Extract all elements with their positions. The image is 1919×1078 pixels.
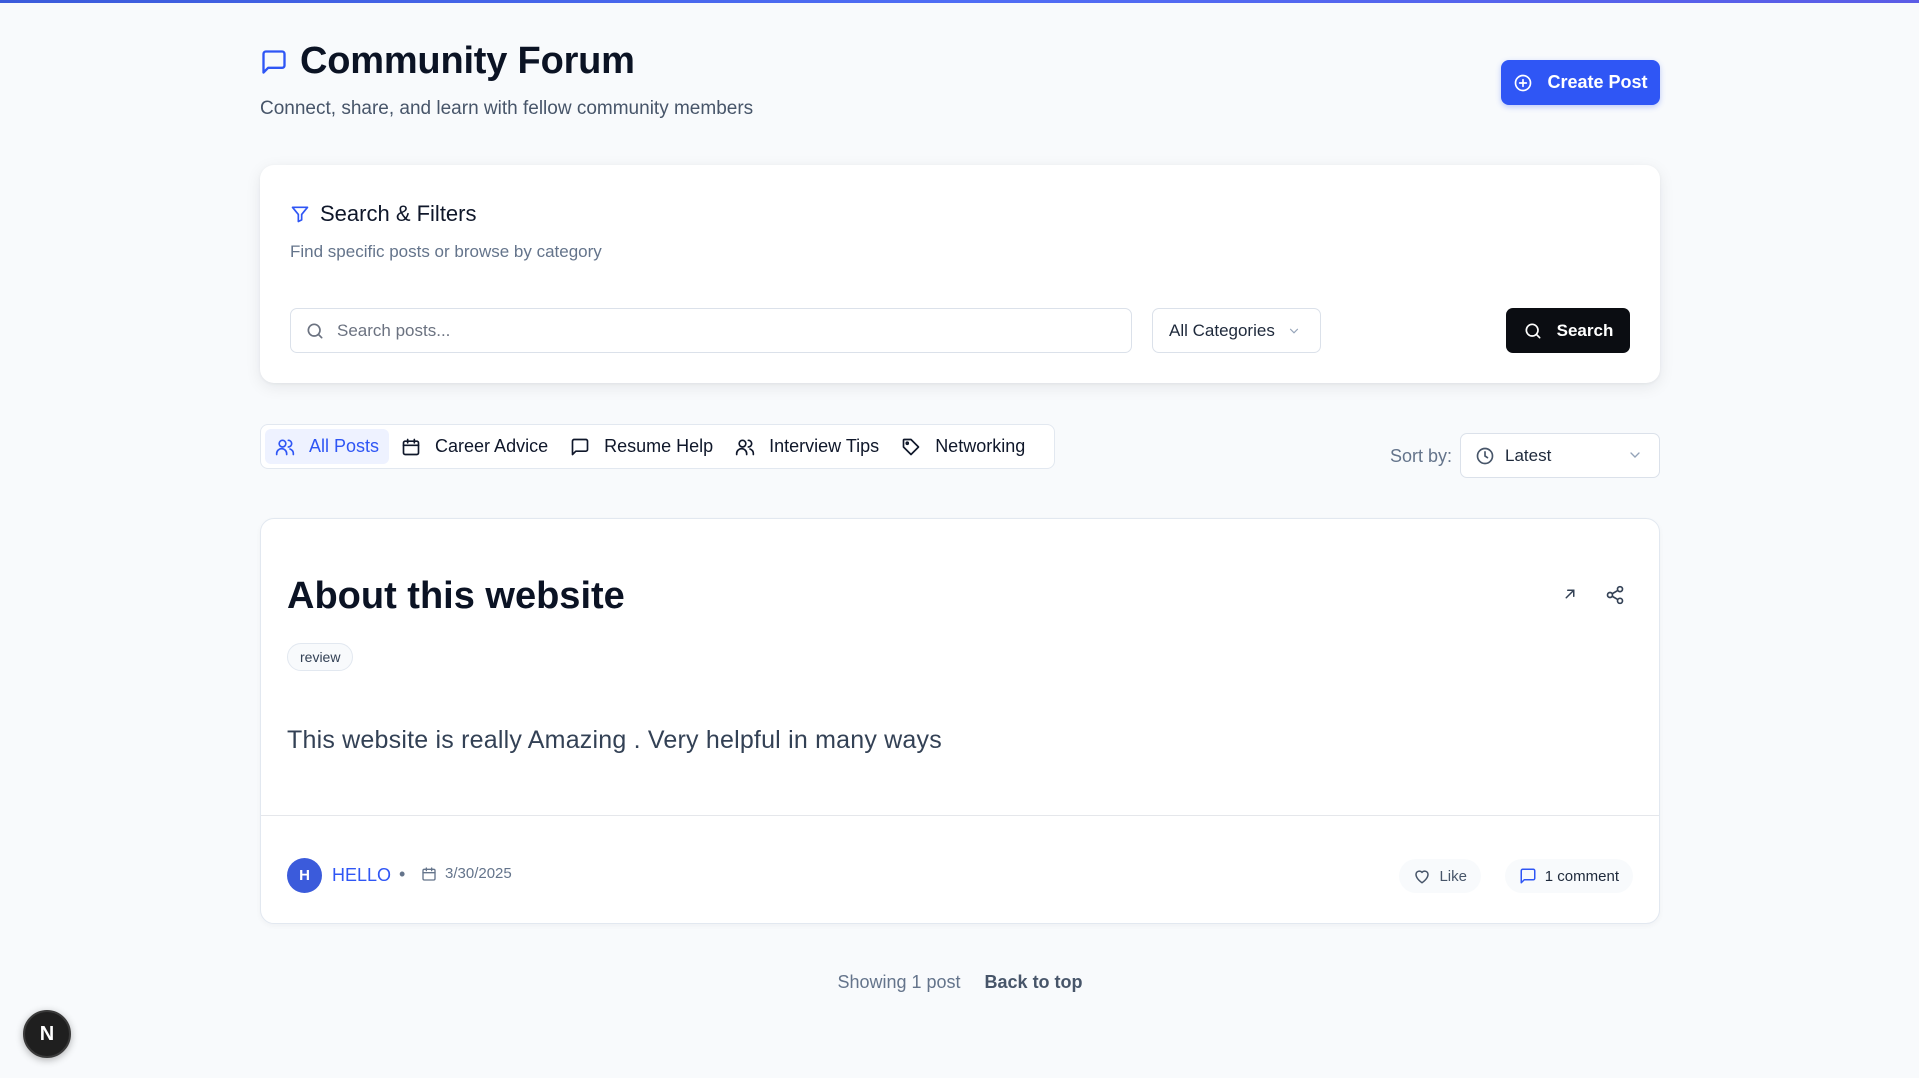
tab-label: Career Advice [435, 436, 549, 456]
avatar: H [287, 858, 322, 893]
tab-all-posts[interactable]: All Posts [265, 429, 390, 464]
sort-selected-value: Latest [1505, 445, 1552, 465]
post-title[interactable]: About this website [287, 575, 625, 618]
post-count: Showing 1 post [837, 972, 961, 992]
main-container: Community Forum Connect, share, and lear… [260, 0, 1660, 992]
tab-label: Networking [935, 436, 1026, 456]
post-date-text: 3/30/2025 [445, 865, 512, 882]
comments-button[interactable]: 1 comment [1504, 859, 1633, 893]
comments-label: 1 comment [1544, 867, 1619, 885]
tab-resume-help[interactable]: Resume Help [560, 429, 723, 464]
heart-icon [1415, 870, 1430, 884]
post-date: 3/30/2025 [421, 865, 512, 882]
search-icon [307, 323, 323, 338]
tab-career-advice[interactable]: Career Advice [391, 429, 558, 464]
post-author[interactable]: HELLO [332, 865, 391, 886]
category-selected-value: All Categories [1169, 320, 1275, 340]
calendar-icon [402, 438, 420, 455]
tab-networking[interactable]: Networking [891, 429, 1035, 464]
title-row: Community Forum [260, 40, 635, 83]
like-button[interactable]: Like [1399, 859, 1481, 893]
page-subtitle: Connect, share, and learn with fellow co… [260, 98, 754, 119]
sort-select[interactable]: Latest [1460, 433, 1660, 478]
create-post-button[interactable]: Create Post [1501, 60, 1660, 105]
search-button-label: Search [1556, 320, 1614, 340]
tag-icon [902, 438, 920, 455]
like-label: Like [1439, 867, 1467, 885]
search-field[interactable] [290, 308, 1132, 353]
tab-interview-tips[interactable]: Interview Tips [725, 429, 889, 464]
filters-heading: Search & Filters [290, 201, 477, 227]
page-title: Community Forum [300, 40, 635, 82]
filter-icon [291, 206, 309, 223]
users-icon [275, 439, 295, 455]
open-post-icon[interactable] [1561, 585, 1579, 610]
share-icon[interactable] [1605, 585, 1625, 610]
post-card: About this website review This website i… [260, 518, 1660, 924]
chevron-down-icon [1289, 328, 1298, 334]
clock-icon [1476, 447, 1494, 464]
chevron-down-icon [1630, 452, 1640, 458]
meta-separator: • [399, 864, 406, 884]
filters-title: Search & Filters [320, 201, 477, 226]
sort-label: Sort by: [1390, 446, 1453, 466]
message-icon [571, 438, 589, 455]
page-header: Community Forum Connect, share, and lear… [260, 0, 1660, 160]
next-dev-badge[interactable]: N [23, 1010, 71, 1058]
search-input[interactable] [337, 320, 1097, 341]
filters-description: Find specific posts or browse by categor… [290, 242, 602, 261]
message-square-icon [260, 47, 290, 77]
category-tabs: All Posts Career Advice Resume Help Inte… [260, 424, 1055, 469]
list-footer: Showing 1 post Back to top [260, 972, 1660, 993]
tab-label: Interview Tips [769, 436, 880, 456]
post-actions [1561, 585, 1625, 610]
create-post-label: Create Post [1547, 72, 1648, 92]
plus-circle-icon [1515, 74, 1532, 91]
message-icon [1520, 868, 1536, 884]
tab-label: All Posts [309, 436, 380, 456]
post-tag[interactable]: review [287, 643, 354, 671]
search-filters-card: Search & Filters Find specific posts or … [260, 165, 1660, 383]
search-icon [1525, 323, 1541, 338]
divider [261, 815, 1659, 816]
calendar-icon [422, 866, 436, 881]
category-select[interactable]: All Categories [1152, 308, 1321, 353]
back-to-top-link[interactable]: Back to top [985, 972, 1083, 993]
post-body: This website is really Amazing . Very he… [287, 726, 942, 754]
search-button[interactable]: Search [1506, 308, 1630, 353]
tab-label: Resume Help [604, 436, 714, 456]
users-icon [735, 439, 755, 455]
